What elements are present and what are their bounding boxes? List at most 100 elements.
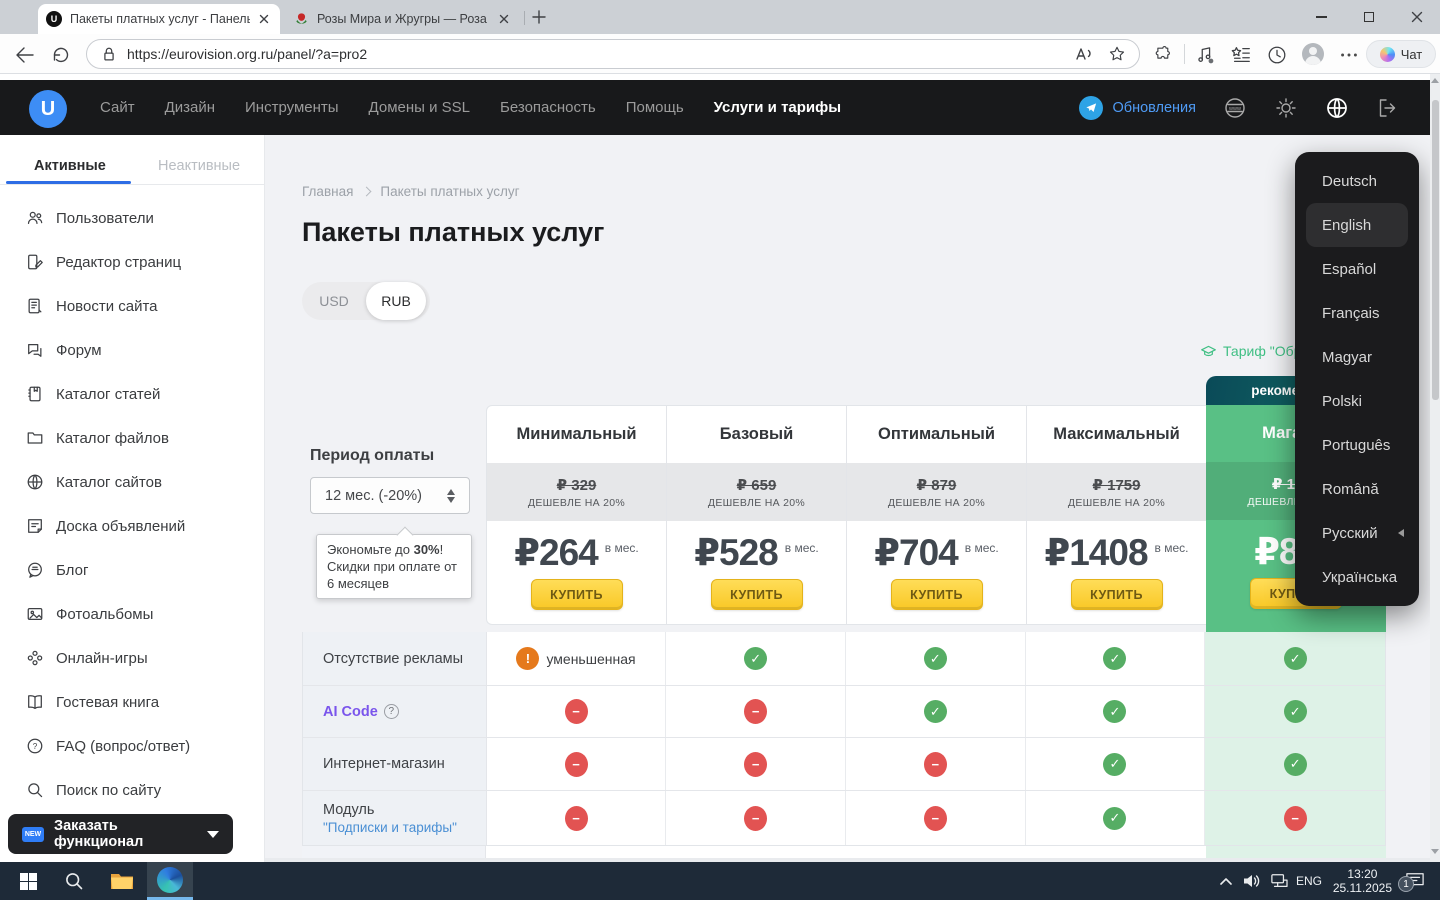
nav-design[interactable]: Дизайн bbox=[165, 99, 215, 116]
tab-inactive-modules[interactable]: Неактивные bbox=[158, 158, 240, 174]
back-icon[interactable] bbox=[14, 44, 36, 66]
extensions-icon[interactable] bbox=[1152, 44, 1174, 66]
sidebar-item-faq[interactable]: ?FAQ (вопрос/ответ) bbox=[0, 724, 265, 768]
gear-icon[interactable] bbox=[1274, 96, 1298, 120]
feature-label[interactable]: AI Code bbox=[323, 704, 378, 720]
nav-help[interactable]: Помощь bbox=[626, 99, 684, 116]
media-extension-icon[interactable] bbox=[1194, 44, 1216, 66]
language-item-english[interactable]: English bbox=[1306, 203, 1408, 247]
plan-period: в мес. bbox=[605, 541, 639, 555]
sidebar-item-guestbook[interactable]: Гостевая книга bbox=[0, 680, 265, 724]
breadcrumb-home[interactable]: Главная bbox=[302, 184, 353, 199]
language-indicator[interactable]: ENG bbox=[1292, 862, 1326, 900]
language-item-ukrainska[interactable]: Українська bbox=[1295, 555, 1419, 599]
currency-usd[interactable]: USD bbox=[302, 293, 366, 309]
updates-link[interactable]: Обновления bbox=[1112, 100, 1196, 116]
sidebar-item-page-editor[interactable]: Редактор страниц bbox=[0, 240, 265, 284]
language-item-russian[interactable]: Русский bbox=[1295, 511, 1419, 555]
sidebar-item-photo-albums[interactable]: Фотоальбомы bbox=[0, 592, 265, 636]
copilot-chat-button[interactable]: Чат bbox=[1366, 40, 1436, 68]
vertical-scrollbar[interactable] bbox=[1430, 74, 1440, 862]
buy-button[interactable]: КУПИТЬ bbox=[711, 579, 803, 610]
language-globe-icon[interactable] bbox=[1325, 96, 1349, 120]
svg-text:?: ? bbox=[33, 742, 38, 751]
tab-active-modules[interactable]: Активные bbox=[34, 158, 106, 174]
order-functionality-button[interactable]: NEW Заказать функционал bbox=[8, 814, 233, 854]
nav-tools[interactable]: Инструменты bbox=[245, 99, 339, 116]
nav-domains[interactable]: Домены и SSL bbox=[369, 99, 470, 116]
language-item-portugues[interactable]: Português bbox=[1295, 423, 1419, 467]
language-item-polski[interactable]: Polski bbox=[1295, 379, 1419, 423]
logout-icon[interactable] bbox=[1376, 96, 1400, 120]
sidebar-item-site-search[interactable]: Поиск по сайту bbox=[0, 768, 265, 812]
taskbar-clock[interactable]: 13:20 25.11.2025 bbox=[1333, 862, 1392, 900]
language-item-romana[interactable]: Română bbox=[1295, 467, 1419, 511]
period-select[interactable]: 12 мес. (-20%) bbox=[310, 477, 470, 514]
scroll-down-icon[interactable] bbox=[1431, 849, 1439, 854]
tray-expand-button[interactable] bbox=[1214, 862, 1238, 900]
scroll-up-icon[interactable] bbox=[1431, 78, 1439, 83]
sidebar-item-site-news[interactable]: Новости сайта bbox=[0, 284, 265, 328]
volume-button[interactable] bbox=[1240, 862, 1264, 900]
history-icon[interactable] bbox=[1266, 44, 1288, 66]
language-item-francais[interactable]: Français bbox=[1295, 291, 1419, 335]
collections-icon[interactable] bbox=[1230, 44, 1252, 66]
address-bar[interactable]: https://eurovision.org.ru/panel/?a=pro2 bbox=[86, 39, 1140, 69]
buy-button[interactable]: КУПИТЬ bbox=[531, 579, 623, 610]
read-aloud-icon[interactable] bbox=[1073, 43, 1095, 65]
buy-button[interactable]: КУПИТЬ bbox=[1071, 579, 1163, 610]
buy-button[interactable]: КУПИТЬ bbox=[891, 579, 983, 610]
language-item-espanol[interactable]: Español bbox=[1295, 247, 1419, 291]
file-explorer-button[interactable] bbox=[102, 862, 142, 900]
sidebar-item-site-catalog[interactable]: Каталог сайтов bbox=[0, 460, 265, 504]
sidebar-item-label: Каталог сайтов bbox=[56, 474, 162, 491]
profile-avatar[interactable] bbox=[1302, 43, 1324, 65]
sidebar-divider bbox=[0, 184, 265, 185]
feature-label: Интернет-магазин bbox=[323, 756, 486, 772]
scrollbar-thumb[interactable] bbox=[1432, 100, 1439, 400]
refresh-icon[interactable] bbox=[50, 44, 72, 66]
taskbar-search-button[interactable] bbox=[54, 862, 94, 900]
maximize-button[interactable] bbox=[1360, 9, 1378, 25]
network-button[interactable] bbox=[1266, 862, 1292, 900]
sidebar-item-forum[interactable]: Форум bbox=[0, 328, 265, 372]
sidebar-item-label: Фотоальбомы bbox=[56, 606, 153, 623]
browser-tab-active[interactable]: U Пакеты платных услуг - Панель у bbox=[38, 4, 280, 34]
sidebar-item-bulletin-board[interactable]: Доска объявлений bbox=[0, 504, 265, 548]
sidebar-item-article-catalog[interactable]: Каталог статей bbox=[0, 372, 265, 416]
notification-center-button[interactable]: 1 bbox=[1398, 862, 1432, 900]
plan-price: ₽264 bbox=[514, 534, 597, 571]
edge-taskbar-button[interactable] bbox=[147, 862, 193, 900]
sidebar-item-file-catalog[interactable]: Каталог файлов bbox=[0, 416, 265, 460]
telegram-icon[interactable] bbox=[1079, 96, 1103, 120]
browser-tab-inactive[interactable]: Розы Мира и Жругры — Роза М bbox=[286, 4, 520, 34]
currency-rub[interactable]: RUB bbox=[366, 282, 426, 320]
language-item-magyar[interactable]: Magyar bbox=[1295, 335, 1419, 379]
sidebar-item-online-games[interactable]: Онлайн-игры bbox=[0, 636, 265, 680]
more-menu-icon[interactable] bbox=[1338, 44, 1360, 66]
nav-security[interactable]: Безопасность bbox=[500, 99, 596, 116]
nav-site[interactable]: Сайт bbox=[100, 99, 135, 116]
site-logo[interactable]: U bbox=[29, 90, 67, 128]
article-catalog-icon bbox=[26, 385, 44, 403]
favorite-star-icon[interactable] bbox=[1107, 44, 1127, 64]
plan-discount: ДЕШЕВЛЕ НА 20% bbox=[1068, 497, 1165, 509]
subscriptions-module-link[interactable]: "Подписки и тарифы" bbox=[323, 820, 486, 835]
start-button[interactable] bbox=[8, 862, 48, 900]
tab-close-icon[interactable] bbox=[496, 11, 512, 27]
new-tab-icon[interactable] bbox=[530, 8, 548, 26]
tab-title: Розы Мира и Жругры — Роза М bbox=[317, 12, 490, 26]
sidebar-item-blog[interactable]: Блог bbox=[0, 548, 265, 592]
url-text[interactable]: https://eurovision.org.ru/panel/?a=pro2 bbox=[127, 46, 1073, 62]
tab-close-icon[interactable] bbox=[256, 11, 272, 27]
help-icon[interactable]: ? bbox=[384, 704, 399, 719]
language-item-deutsch[interactable]: Deutsch bbox=[1295, 159, 1419, 203]
minimize-button[interactable] bbox=[1312, 9, 1330, 25]
nav-services-tariffs[interactable]: Услуги и тарифы bbox=[714, 99, 841, 116]
sidebar-item-users[interactable]: Пользователи bbox=[0, 196, 265, 240]
close-button[interactable] bbox=[1408, 9, 1426, 25]
plan-price: ₽528 bbox=[694, 534, 777, 571]
education-tariff-link[interactable]: Тариф "Обр bbox=[1200, 343, 1301, 359]
www-domain-icon[interactable]: www bbox=[1223, 96, 1247, 120]
sidebar-item-label: Гостевая книга bbox=[56, 694, 159, 711]
